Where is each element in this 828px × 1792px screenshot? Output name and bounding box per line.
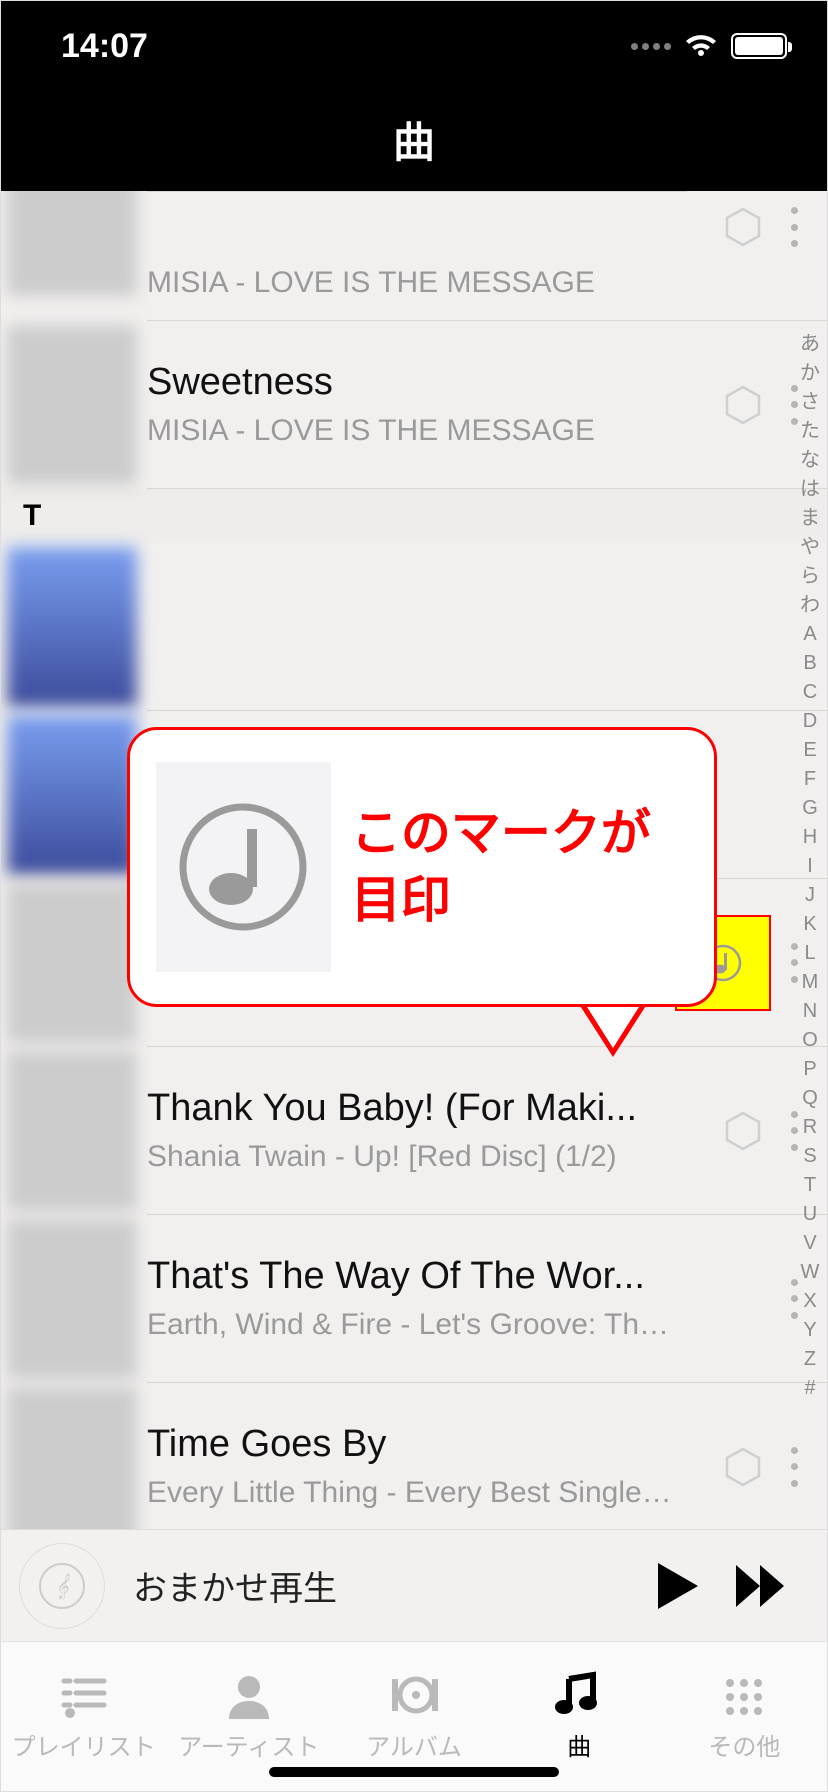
status-icon (723, 1111, 763, 1151)
album-icon (388, 1671, 440, 1719)
index-char[interactable]: Q (802, 1084, 818, 1113)
index-char[interactable]: あ (800, 330, 820, 359)
svg-text:𝄞: 𝄞 (55, 1573, 70, 1600)
song-title: Time Goes By (147, 1421, 677, 1469)
index-char[interactable]: F (804, 765, 816, 794)
callout-tail-icon (577, 1001, 649, 1057)
song-list[interactable]: MISIA - LOVE IS THE MESSAGE Sweetness MI… (1, 191, 827, 1529)
index-char[interactable]: E (803, 736, 816, 765)
song-row[interactable]: That's The Way Of The Wor... Earth, Wind… (1, 1215, 827, 1383)
other-icon (718, 1671, 770, 1719)
song-icon (553, 1671, 605, 1719)
fast-forward-button[interactable] (733, 1559, 787, 1613)
cell-signal-icon (631, 43, 671, 50)
wifi-icon (683, 32, 719, 60)
index-char[interactable]: J (805, 881, 815, 910)
index-char[interactable]: # (804, 1374, 815, 1403)
status-icons (631, 32, 787, 60)
tab-label: プレイリスト (12, 1727, 156, 1762)
play-button[interactable] (651, 1559, 705, 1613)
index-char[interactable]: O (802, 1026, 818, 1055)
song-subtitle: MISIA - LOVE IS THE MESSAGE (147, 411, 677, 450)
song-subtitle: MISIA - LOVE IS THE MESSAGE (147, 263, 677, 302)
page-title: 曲 (1, 109, 827, 170)
status-icon (723, 385, 763, 425)
index-char[interactable]: G (802, 794, 818, 823)
index-char[interactable]: ま (800, 504, 820, 533)
index-char[interactable]: Z (804, 1345, 816, 1374)
index-char[interactable]: は (800, 475, 820, 504)
index-char[interactable]: B (803, 649, 816, 678)
index-char[interactable]: A (803, 620, 816, 649)
song-title: That's The Way Of The Wor... (147, 1253, 677, 1301)
index-char[interactable]: V (803, 1229, 816, 1258)
index-char[interactable]: わ (800, 591, 820, 620)
song-row[interactable]: MISIA - LOVE IS THE MESSAGE (1, 191, 827, 321)
song-subtitle: Earth, Wind & Fire - Let's Groove: The..… (147, 1305, 677, 1344)
status-time: 14:07 (61, 27, 148, 66)
tab-label: その他 (708, 1727, 780, 1762)
alpha-index[interactable]: あかさたなはまやらわABCDEFGHIJKLMNOPQRSTUVWXYZ# (793, 191, 827, 1541)
index-char[interactable]: た (800, 417, 820, 446)
index-char[interactable]: U (803, 1200, 817, 1229)
index-char[interactable]: C (803, 678, 817, 707)
index-char[interactable]: さ (800, 388, 820, 417)
index-char[interactable]: K (803, 910, 816, 939)
index-char[interactable]: W (801, 1258, 820, 1287)
index-char[interactable]: X (803, 1287, 816, 1316)
index-char[interactable]: S (803, 1142, 816, 1171)
tab-label: アーティスト (178, 1727, 319, 1762)
index-char[interactable]: D (803, 707, 817, 736)
callout-thumb (156, 762, 331, 972)
tab-label: アルバム (366, 1727, 462, 1762)
index-char[interactable]: M (802, 968, 819, 997)
index-char[interactable]: T (804, 1171, 816, 1200)
index-char[interactable]: や (800, 533, 820, 562)
status-icon (723, 207, 763, 247)
now-playing-art-icon: 𝄞 (19, 1543, 105, 1629)
song-row[interactable]: Thank You Baby! (For Maki... Shania Twai… (1, 1047, 827, 1215)
index-char[interactable]: P (803, 1055, 816, 1084)
now-playing-bar[interactable]: 𝄞 おまかせ再生 (1, 1529, 827, 1641)
status-icon (723, 1447, 763, 1487)
artist-icon (223, 1671, 275, 1719)
home-indicator[interactable] (269, 1767, 559, 1777)
now-playing-label: おまかせ再生 (133, 1561, 623, 1610)
index-char[interactable]: な (800, 446, 820, 475)
song-title: Sweetness (147, 359, 677, 407)
index-char[interactable]: N (803, 997, 817, 1026)
callout-text: このマークが目印 (351, 800, 684, 935)
song-row[interactable]: Time Goes By Every Little Thing - Every … (1, 1383, 827, 1529)
index-char[interactable]: H (803, 823, 817, 852)
playlist-icon (58, 1671, 110, 1719)
song-title: Thank You Baby! (For Maki... (147, 1085, 677, 1133)
annotation-callout: このマークが目印 (127, 727, 717, 1007)
battery-icon (731, 33, 787, 59)
tab-label: 曲 (567, 1727, 591, 1762)
index-char[interactable]: か (800, 359, 820, 388)
song-subtitle: Shania Twain - Up! [Red Disc] (1/2) (147, 1137, 677, 1176)
song-row[interactable]: Sweetness MISIA - LOVE IS THE MESSAGE (1, 321, 827, 489)
index-char[interactable]: ら (800, 562, 820, 591)
index-char[interactable]: Y (803, 1316, 816, 1345)
index-char[interactable]: R (803, 1113, 817, 1142)
index-char[interactable]: L (804, 939, 815, 968)
index-char[interactable]: I (807, 852, 813, 881)
tab-other[interactable]: その他 (662, 1642, 827, 1791)
song-subtitle: Every Little Thing - Every Best Single +… (147, 1473, 677, 1512)
song-row[interactable]: .. (1, 543, 827, 711)
header-bar: 14:07 曲 (1, 1, 827, 191)
tab-playlist[interactable]: プレイリスト (1, 1642, 166, 1791)
section-header: T (1, 489, 827, 543)
